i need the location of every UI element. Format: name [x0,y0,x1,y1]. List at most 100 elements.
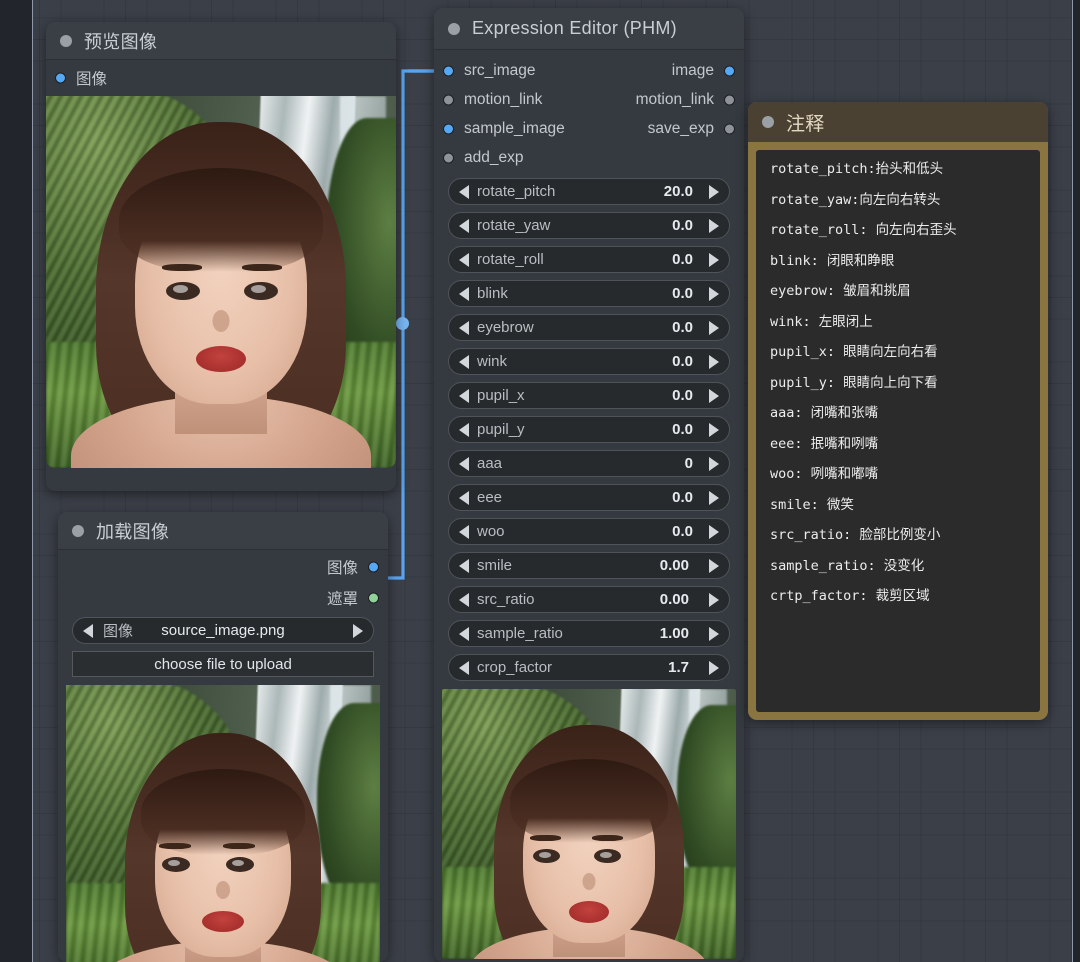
output-slot-label-save-exp: save_exp [648,120,714,138]
note-textarea[interactable]: rotate_pitch:抬头和低头 rotate_yaw:向左向右转头 rot… [756,150,1040,712]
collapse-dot-icon[interactable] [762,116,774,128]
chevron-right-icon[interactable] [709,457,719,471]
input-socket-icon-sample-image[interactable] [443,123,454,134]
collapse-dot-icon[interactable] [72,525,84,537]
widget-eyebrow[interactable]: eyebrow 0.0 [448,314,730,341]
slot-row-motion-link[interactable]: motion_link motion_link [434,85,744,114]
note-line: pupil_x: 眼睛向左向右看 [770,345,1026,361]
widget-value: 0.0 [672,387,693,404]
input-socket-icon-src-image[interactable] [443,65,454,76]
widget-smile[interactable]: smile 0.00 [448,552,730,579]
chevron-right-icon[interactable] [709,389,719,403]
slot-row-add-exp[interactable]: add_exp [434,143,744,172]
output-slot-mask[interactable]: 遮罩 [58,583,388,613]
widget-pupil-x[interactable]: pupil_x 0.0 [448,382,730,409]
load-image-thumbnail[interactable] [66,685,380,962]
input-slot-image[interactable]: 图像 [46,60,396,96]
node-preview-image[interactable]: 预览图像 图像 [46,22,396,491]
input-slot-label-sample-image: sample_image [464,120,565,138]
widget-rotate-yaw[interactable]: rotate_yaw 0.0 [448,212,730,239]
chevron-left-icon[interactable] [459,355,469,369]
chevron-right-icon[interactable] [709,185,719,199]
collapse-dot-icon[interactable] [448,23,460,35]
widget-blink[interactable]: blink 0.0 [448,280,730,307]
slot-row-src-image[interactable]: src_image image [434,56,744,85]
note-line: smile: 微笑 [770,498,1026,514]
chevron-left-icon[interactable] [459,491,469,505]
chevron-left-icon[interactable] [459,389,469,403]
input-socket-icon-image[interactable] [55,73,66,84]
chevron-left-icon[interactable] [459,185,469,199]
input-socket-icon-motion-link[interactable] [443,94,454,105]
chevron-right-icon[interactable] [709,491,719,505]
chevron-left-icon[interactable] [459,457,469,471]
chevron-left-icon[interactable] [459,627,469,641]
node-note[interactable]: 注释 rotate_pitch:抬头和低头 rotate_yaw:向左向右转头 … [748,102,1048,720]
node-header-preview-image[interactable]: 预览图像 [46,22,396,60]
node-header-note[interactable]: 注释 [748,102,1048,142]
note-line: rotate_pitch:抬头和低头 [770,162,1026,178]
note-line: blink: 闭眼和睁眼 [770,254,1026,270]
chevron-right-icon[interactable] [353,624,363,638]
widget-label: aaa [477,455,502,472]
chevron-right-icon[interactable] [709,321,719,335]
slot-row-sample-image[interactable]: sample_image save_exp [434,114,744,143]
widget-src-ratio[interactable]: src_ratio 0.00 [448,586,730,613]
output-socket-icon-motion-link[interactable] [724,94,735,105]
note-line: sample_ratio: 没变化 [770,559,1026,575]
input-slot-label-image: 图像 [76,67,107,89]
widget-value: 0.0 [672,353,693,370]
chevron-right-icon[interactable] [709,525,719,539]
widget-sample-ratio[interactable]: sample_ratio 1.00 [448,620,730,647]
widget-rotate-roll[interactable]: rotate_roll 0.0 [448,246,730,273]
link-reroute-dot[interactable] [396,317,409,330]
chevron-left-icon[interactable] [459,593,469,607]
input-socket-icon-add-exp[interactable] [443,152,454,163]
widget-aaa[interactable]: aaa 0 [448,450,730,477]
chevron-right-icon[interactable] [709,287,719,301]
widget-value: 1.7 [668,659,689,676]
widget-eee[interactable]: eee 0.0 [448,484,730,511]
output-socket-icon-mask[interactable] [368,593,379,604]
chevron-right-icon[interactable] [709,423,719,437]
node-header-load-image[interactable]: 加载图像 [58,512,388,550]
widget-label: blink [477,285,508,302]
node-expression-editor[interactable]: Expression Editor (PHM) src_image image … [434,8,744,962]
node-load-image[interactable]: 加载图像 图像 遮罩 图像 source_image.png choose fi… [58,512,388,962]
preview-image-thumbnail[interactable] [46,96,396,468]
chevron-left-icon[interactable] [459,423,469,437]
chevron-right-icon[interactable] [709,253,719,267]
node-title-load-image: 加载图像 [96,518,169,544]
output-socket-icon-image[interactable] [724,65,735,76]
chevron-left-icon[interactable] [459,559,469,573]
chevron-right-icon[interactable] [709,355,719,369]
chevron-right-icon[interactable] [709,219,719,233]
chevron-left-icon[interactable] [459,253,469,267]
collapse-dot-icon[interactable] [60,35,72,47]
chevron-left-icon[interactable] [459,287,469,301]
widget-image-combo[interactable]: 图像 source_image.png [72,617,374,644]
chevron-right-icon[interactable] [709,661,719,675]
expression-editor-result-thumbnail[interactable] [442,689,736,959]
output-socket-icon-save-exp[interactable] [724,123,735,134]
node-header-expression-editor[interactable]: Expression Editor (PHM) [434,8,744,50]
chevron-right-icon[interactable] [709,559,719,573]
choose-file-upload-button[interactable]: choose file to upload [72,651,374,677]
chevron-left-icon[interactable] [459,219,469,233]
widget-rotate-pitch[interactable]: rotate_pitch 20.0 [448,178,730,205]
note-line: eyebrow: 皱眉和挑眉 [770,284,1026,300]
chevron-left-icon[interactable] [459,321,469,335]
widget-woo[interactable]: woo 0.0 [448,518,730,545]
widget-value: 20.0 [664,183,693,200]
chevron-left-icon[interactable] [459,525,469,539]
chevron-left-icon[interactable] [459,661,469,675]
widget-pupil-y[interactable]: pupil_y 0.0 [448,416,730,443]
widget-crop-factor[interactable]: crop_factor 1.7 [448,654,730,681]
widget-wink[interactable]: wink 0.0 [448,348,730,375]
widget-label: src_ratio [477,591,535,608]
chevron-right-icon[interactable] [709,593,719,607]
graph-canvas[interactable]: 预览图像 图像 [0,0,1080,962]
output-socket-icon-image[interactable] [368,561,379,572]
output-slot-image[interactable]: 图像 [58,550,388,583]
chevron-right-icon[interactable] [709,627,719,641]
